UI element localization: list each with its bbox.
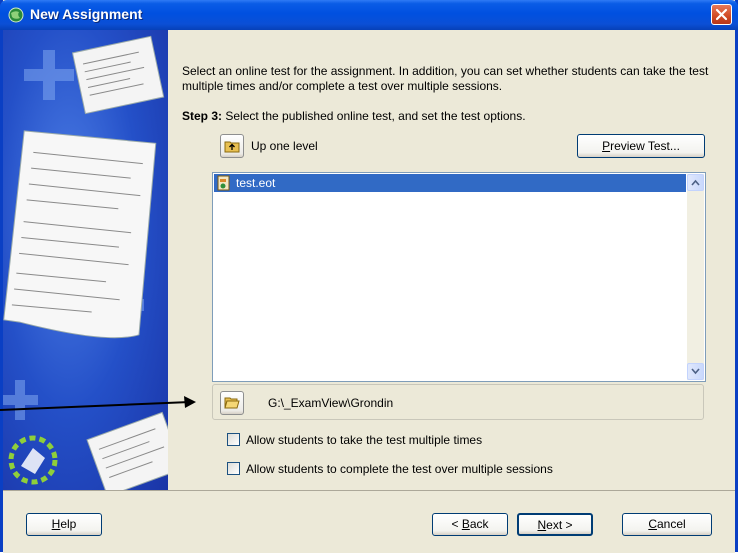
close-icon [715, 8, 728, 21]
next-button[interactable]: Next > [517, 513, 593, 536]
current-path-box: G:\_ExamView\Grondin [212, 384, 704, 420]
close-button[interactable] [711, 4, 732, 25]
chevron-down-icon [691, 368, 700, 375]
title-bar[interactable]: New Assignment [0, 0, 738, 30]
step-label: Step 3: [182, 109, 223, 123]
list-scrollbar[interactable] [687, 174, 704, 380]
dialog-window: New Assignment Select an online test for… [0, 0, 738, 553]
app-globe-icon [8, 7, 24, 23]
up-one-level-label: Up one level [251, 139, 318, 153]
folder-open-icon [224, 397, 240, 409]
list-item[interactable]: test.eot [214, 174, 686, 192]
step-instruction: Step 3: Select the published online test… [182, 109, 526, 123]
intro-text: Select an online test for the assignment… [182, 64, 709, 93]
test-file-icon [217, 175, 230, 191]
banner-illustration [3, 35, 168, 490]
wizard-side-banner [3, 30, 168, 490]
wizard-content: Select an online test for the assignment… [168, 30, 735, 490]
browse-folder-button[interactable] [220, 391, 244, 415]
scroll-up-button[interactable] [687, 174, 704, 191]
preview-test-button[interactable]: Preview Test... [577, 134, 705, 158]
scroll-down-button[interactable] [687, 363, 704, 380]
multiple-times-label: Allow students to take the test multiple… [246, 433, 483, 447]
test-file-list[interactable]: test.eot [212, 172, 706, 382]
multiple-times-checkbox[interactable] [227, 433, 240, 446]
file-name: test.eot [236, 176, 276, 190]
folder-up-icon [224, 141, 240, 153]
examview-logo-icon [8, 435, 58, 485]
wizard-footer: Help < Back Next > Cancel [3, 490, 735, 553]
up-one-level-button[interactable] [220, 134, 244, 158]
multiple-sessions-checkbox[interactable] [227, 462, 240, 475]
step-text: Select the published online test, and se… [225, 109, 526, 123]
multiple-sessions-label: Allow students to complete the test over… [246, 462, 553, 476]
annotation-arrow-icon [0, 396, 196, 411]
cancel-button[interactable]: Cancel [622, 513, 712, 536]
chevron-up-icon [691, 179, 700, 186]
window-title: New Assignment [30, 6, 143, 22]
current-path: G:\_ExamView\Grondin [268, 396, 394, 410]
back-button[interactable]: < Back [432, 513, 508, 536]
help-button[interactable]: Help [26, 513, 102, 536]
